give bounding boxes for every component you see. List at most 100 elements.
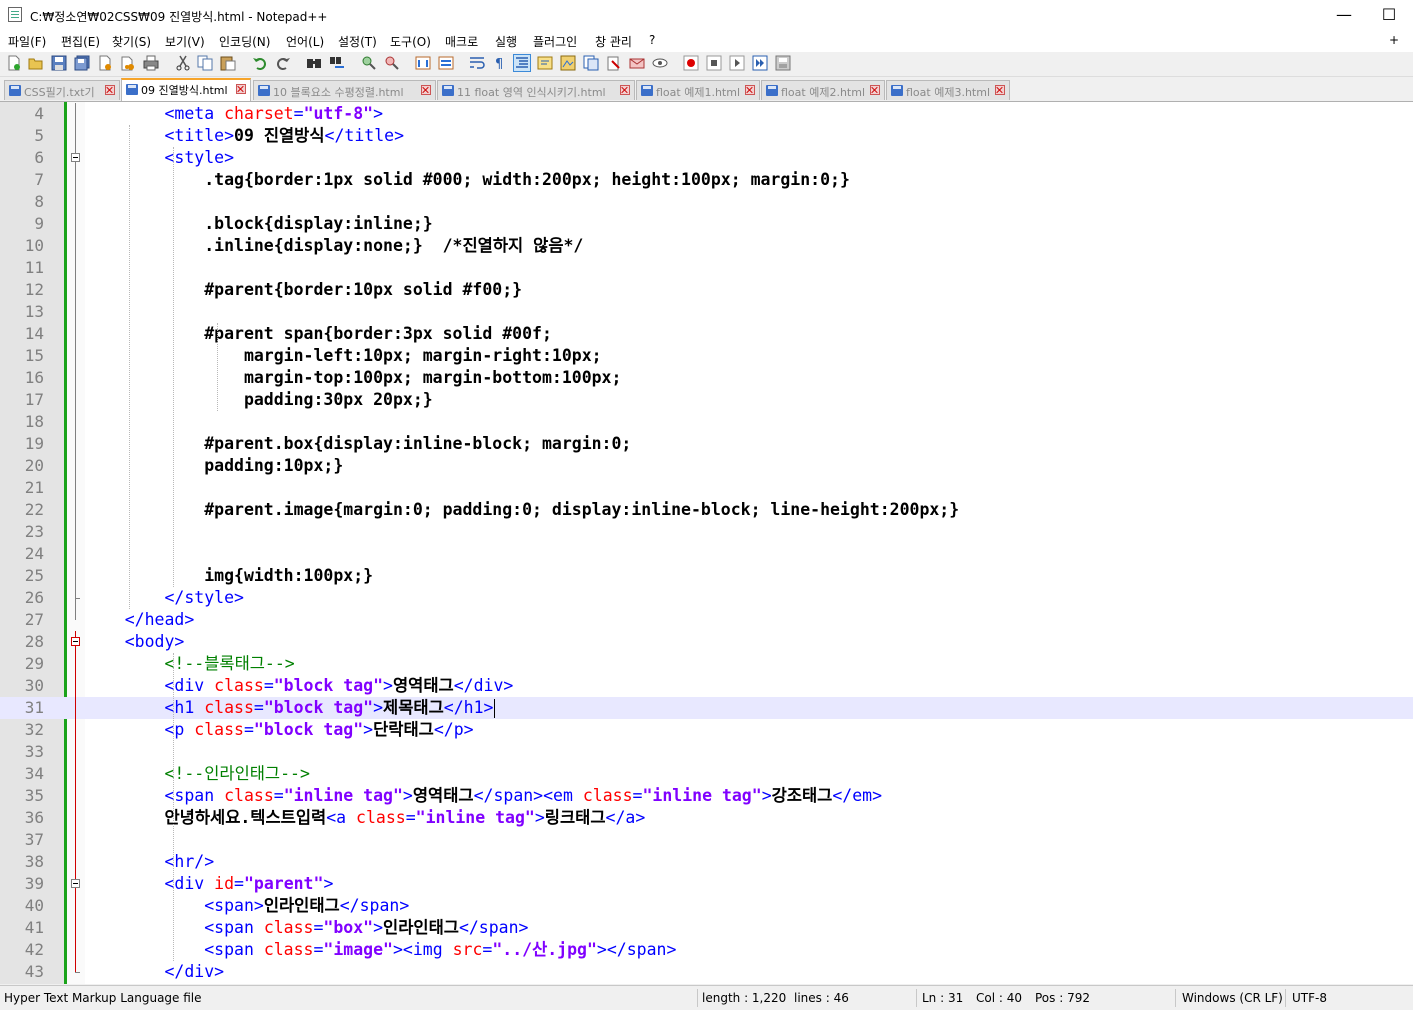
code-line[interactable]: 31 <h1 class="block tag">제목태그</h1>: [0, 697, 1413, 719]
save-all-icon[interactable]: [74, 55, 90, 71]
doc-map-icon[interactable]: [560, 55, 576, 71]
replace-icon[interactable]: [329, 55, 345, 71]
code-line[interactable]: 39 <div id="parent">: [0, 873, 1413, 895]
code-line[interactable]: 33: [0, 741, 1413, 763]
tab-11-float-area[interactable]: 11 float 영역 인식시키기.html: [437, 80, 635, 100]
menu-view[interactable]: 보기(V): [165, 33, 205, 50]
print-icon[interactable]: [143, 55, 159, 71]
code-line[interactable]: 22 #parent.image{margin:0; padding:0; di…: [0, 499, 1413, 521]
code-line[interactable]: 11: [0, 257, 1413, 279]
fold-toggle-icon[interactable]: [71, 637, 80, 646]
menu-language[interactable]: 언어(L): [286, 33, 324, 50]
tab-close-icon[interactable]: [870, 85, 880, 95]
close-all-icon[interactable]: [120, 55, 136, 71]
code-line[interactable]: 4 <meta charset="utf-8">: [0, 103, 1413, 125]
user-lang-icon[interactable]: [537, 55, 553, 71]
zoom-out-icon[interactable]: [384, 55, 400, 71]
menu-file[interactable]: 파일(F): [8, 33, 46, 50]
menu-macro[interactable]: 매크로: [445, 33, 478, 50]
show-all-chars-icon[interactable]: ¶: [492, 55, 508, 71]
paste-icon[interactable]: [220, 55, 236, 71]
tab-close-icon[interactable]: [105, 85, 115, 95]
code-line[interactable]: 6 <style>: [0, 147, 1413, 169]
cut-icon[interactable]: [175, 55, 191, 71]
tab-09-layout[interactable]: 09 진열방식.html: [121, 78, 251, 101]
tab-close-icon[interactable]: [421, 85, 431, 95]
indent-guide-icon[interactable]: [513, 54, 531, 72]
code-line[interactable]: 21: [0, 477, 1413, 499]
eye-icon[interactable]: [652, 55, 668, 71]
open-file-icon[interactable]: [28, 55, 44, 71]
code-line[interactable]: 14 #parent span{border:3px solid #00f;: [0, 323, 1413, 345]
code-line[interactable]: 29 <!--블록태그-->: [0, 653, 1413, 675]
sync-horizontal-icon[interactable]: [438, 55, 454, 71]
code-line[interactable]: 25 img{width:100px;}: [0, 565, 1413, 587]
code-line[interactable]: 40 <span>인라인태그</span>: [0, 895, 1413, 917]
code-line[interactable]: 37: [0, 829, 1413, 851]
code-line[interactable]: 30 <div class="block tag">영역태그</div>: [0, 675, 1413, 697]
menu-plus-button[interactable]: +: [1389, 33, 1399, 47]
tab-css-notes[interactable]: CSS필기.txt기: [4, 80, 120, 100]
zoom-in-icon[interactable]: [361, 55, 377, 71]
code-line[interactable]: 35 <span class="inline tag">영역태그</span><…: [0, 785, 1413, 807]
function-list-icon[interactable]: [583, 55, 599, 71]
code-line[interactable]: 42 <span class="image"><img src="../산.jp…: [0, 939, 1413, 961]
tab-close-icon[interactable]: [236, 84, 246, 94]
code-line[interactable]: 32 <p class="block tag">단락태그</p>: [0, 719, 1413, 741]
code-line[interactable]: 8: [0, 191, 1413, 213]
menu-encoding[interactable]: 인코딩(N): [219, 33, 270, 50]
code-line[interactable]: 34 <!--인라인태그-->: [0, 763, 1413, 785]
copy-icon[interactable]: [197, 55, 213, 71]
macro-stop-icon[interactable]: [706, 55, 722, 71]
macro-record-icon[interactable]: [683, 55, 699, 71]
menu-help[interactable]: ?: [649, 33, 655, 47]
code-line[interactable]: 24: [0, 543, 1413, 565]
find-icon[interactable]: [306, 55, 322, 71]
code-line[interactable]: 5 <title>09 진열방식</title>: [0, 125, 1413, 147]
menu-run[interactable]: 실행: [495, 33, 517, 50]
code-line[interactable]: 10 .inline{display:none;} /*진열하지 않음*/: [0, 235, 1413, 257]
fold-toggle-icon[interactable]: [71, 153, 80, 162]
menu-tools[interactable]: 도구(O): [390, 33, 431, 50]
code-line[interactable]: 17 padding:30px 20px;}: [0, 389, 1413, 411]
tab-float-example-3[interactable]: float 예제3.html: [886, 80, 1010, 100]
minimize-button[interactable]: —: [1321, 0, 1367, 30]
code-line[interactable]: 16 margin-top:100px; margin-bottom:100px…: [0, 367, 1413, 389]
menu-settings[interactable]: 설정(T): [338, 33, 377, 50]
tab-close-icon[interactable]: [745, 85, 755, 95]
tab-float-example-2[interactable]: float 예제2.html: [761, 80, 885, 100]
code-line[interactable]: 43 </div>: [0, 961, 1413, 983]
menu-search[interactable]: 찾기(S): [112, 33, 151, 50]
code-line[interactable]: 12 #parent{border:10px solid #f00;}: [0, 279, 1413, 301]
code-line[interactable]: 23: [0, 521, 1413, 543]
code-line[interactable]: 9 .block{display:inline;}: [0, 213, 1413, 235]
new-file-icon[interactable]: [6, 55, 22, 71]
code-line[interactable]: 38 <hr/>: [0, 851, 1413, 873]
close-icon[interactable]: [97, 55, 113, 71]
code-line[interactable]: 19 #parent.box{display:inline-block; mar…: [0, 433, 1413, 455]
maximize-button[interactable]: ☐: [1366, 0, 1412, 30]
sync-vertical-icon[interactable]: [415, 55, 431, 71]
tab-close-icon[interactable]: [995, 85, 1005, 95]
tab-10-block-align[interactable]: 10 블록요소 수평정렬.html: [253, 80, 436, 100]
save-icon[interactable]: [51, 55, 67, 71]
word-wrap-icon[interactable]: [469, 55, 485, 71]
menu-edit[interactable]: 편집(E): [61, 33, 100, 50]
tab-float-example-1[interactable]: float 예제1.html: [636, 80, 760, 100]
undo-icon[interactable]: [252, 55, 268, 71]
code-line[interactable]: 7 .tag{border:1px solid #000; width:200p…: [0, 169, 1413, 191]
macro-save-icon[interactable]: [775, 55, 791, 71]
code-line[interactable]: 13: [0, 301, 1413, 323]
code-line[interactable]: 26 </style>: [0, 587, 1413, 609]
code-line[interactable]: 27 </head>: [0, 609, 1413, 631]
monitor-icon[interactable]: [629, 55, 645, 71]
code-editor[interactable]: 4 <meta charset="utf-8"> 5 <title>09 진열방식…: [0, 102, 1413, 984]
fold-toggle-icon[interactable]: [71, 879, 80, 888]
macro-run-multiple-icon[interactable]: [752, 55, 768, 71]
code-line[interactable]: 36 안녕하세요.텍스트입력<a class="inline tag">링크태그…: [0, 807, 1413, 829]
code-line[interactable]: 28 <body>: [0, 631, 1413, 653]
menu-window[interactable]: 창 관리: [595, 33, 632, 50]
tab-close-icon[interactable]: [620, 85, 630, 95]
folder-workspace-icon[interactable]: [606, 55, 622, 71]
menu-plugins[interactable]: 플러그인: [533, 33, 577, 50]
